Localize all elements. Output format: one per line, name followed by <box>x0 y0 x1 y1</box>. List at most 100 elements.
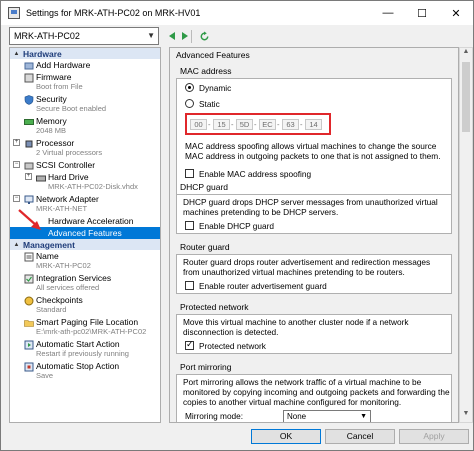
sidebar-item-processor[interactable]: + Processor 2 Virtual processors <box>10 137 160 159</box>
dhcp-guard-description: DHCP guard drops DHCP server messages fr… <box>183 197 438 217</box>
protected-network-label: Protected network <box>199 341 266 351</box>
mac-spoofing-label: Enable MAC address spoofing <box>199 169 312 179</box>
sidebar-item-hardware-acceleration[interactable]: Hardware Acceleration <box>10 215 160 227</box>
port-mirroring-group: Port mirroring allows the network traffi… <box>176 374 452 422</box>
static-label: Static <box>199 99 220 109</box>
expand-icon[interactable]: + <box>13 139 20 146</box>
arrow-left-icon <box>169 32 175 40</box>
forward-button[interactable] <box>178 29 192 43</box>
port-mirroring-title: Port mirroring <box>180 362 232 372</box>
mac-separator: - <box>231 120 234 129</box>
collapse-icon[interactable]: − <box>13 195 20 202</box>
mirroring-mode-value: None <box>287 412 307 421</box>
window-title: Settings for MRK-ATH-PC02 on MRK-HV01 <box>26 8 201 18</box>
hardware-section-heading[interactable]: ▲ Hardware <box>10 48 160 59</box>
toolbar-divider <box>191 30 192 43</box>
protected-network-title: Protected network <box>180 302 249 312</box>
arrow-right-icon <box>182 32 188 40</box>
dhcp-guard-checkbox[interactable] <box>185 221 194 230</box>
sidebar-item-hard-drive[interactable]: + Hard Drive MRK-ATH-PC02-Disk.vhdx <box>10 171 160 193</box>
settings-window: Settings for MRK-ATH-PC02 on MRK-HV01 — … <box>0 0 474 451</box>
scroll-down-icon[interactable]: ▼ <box>460 410 472 422</box>
protected-network-checkbox[interactable] <box>185 339 194 350</box>
dhcp-guard-label: Enable DHCP guard <box>199 221 275 231</box>
management-section-heading[interactable]: ▲ Management <box>10 239 160 250</box>
sidebar-item-network-adapter[interactable]: − Network Adapter MRK-ATH-NET <box>10 193 160 215</box>
mac-segment-2[interactable]: 15 <box>213 119 230 130</box>
window-controls: — ☐ ✕ <box>371 1 473 25</box>
dynamic-radio[interactable] <box>185 83 194 92</box>
memory-icon <box>24 119 34 125</box>
collapse-icon[interactable]: − <box>13 161 20 168</box>
mac-segment-5[interactable]: 63 <box>282 119 299 130</box>
name-icon <box>24 252 34 262</box>
advanced-features-panel: Advanced Features MAC address Dynamic St… <box>169 47 459 423</box>
scroll-up-icon[interactable]: ▲ <box>460 48 472 60</box>
settings-app-icon <box>8 7 20 19</box>
vm-selector[interactable]: MRK-ATH-PC02 ▼ <box>9 27 159 45</box>
content-scrollbar[interactable]: ▲ ▼ <box>459 47 473 423</box>
firmware-icon <box>24 73 34 83</box>
vm-selector-value: MRK-ATH-PC02 <box>14 31 80 41</box>
mac-segment-3[interactable]: 5D <box>236 119 253 130</box>
static-radio[interactable] <box>185 99 194 108</box>
expand-icon[interactable]: + <box>25 173 32 180</box>
router-guard-description: Router guard drops router advertisement … <box>183 257 431 277</box>
sidebar-item-smart-paging[interactable]: Smart Paging File Location E:\mrk-ath-pc… <box>10 316 160 338</box>
mirroring-mode-select[interactable]: None ▼ <box>283 410 371 422</box>
protected-network-description: Move this virtual machine to another clu… <box>183 317 409 337</box>
sidebar-item-scsi-controller[interactable]: − SCSI Controller <box>10 159 160 171</box>
minimize-button[interactable]: — <box>371 1 405 25</box>
mac-separator: - <box>277 120 280 129</box>
sidebar-item-firmware[interactable]: Firmware Boot from File <box>10 71 160 93</box>
refresh-button[interactable] <box>197 29 211 43</box>
sidebar-item-automatic-start[interactable]: Automatic Start Action Restart if previo… <box>10 338 160 360</box>
mac-separator: - <box>208 120 211 129</box>
title-bar: Settings for MRK-ATH-PC02 on MRK-HV01 — … <box>1 1 473 25</box>
dhcp-guard-title: DHCP guard <box>180 182 229 192</box>
mac-address-highlight: 00 - 15 - 5D - EC - 63 - 14 <box>185 113 331 135</box>
mac-separator: - <box>254 120 257 129</box>
mac-segment-6[interactable]: 14 <box>305 119 322 130</box>
automatic-start-icon <box>24 340 34 350</box>
checkpoints-icon <box>24 296 34 306</box>
hard-drive-icon <box>36 175 46 182</box>
chevron-down-icon: ▼ <box>360 413 367 420</box>
sidebar-item-security[interactable]: Security Secure Boot enabled <box>10 93 160 115</box>
cancel-button[interactable]: Cancel <box>325 429 395 444</box>
sidebar-item-memory[interactable]: Memory 2048 MB <box>10 115 160 137</box>
dialog-button-bar: OK Cancel Apply <box>1 423 473 451</box>
automatic-stop-icon <box>24 362 34 372</box>
sidebar-item-integration-services[interactable]: Integration Services All services offere… <box>10 272 160 294</box>
integration-services-icon <box>24 274 34 284</box>
sidebar-item-automatic-stop[interactable]: Automatic Stop Action Save <box>10 360 160 382</box>
spoofing-description: MAC address spoofing allows virtual mach… <box>185 141 441 161</box>
back-button[interactable] <box>165 29 179 43</box>
router-guard-group: Router guard drops router advertisement … <box>176 254 452 294</box>
sidebar-item-name[interactable]: Name MRK-ATH-PC02 <box>10 250 160 272</box>
close-button[interactable]: ✕ <box>439 1 473 25</box>
port-mirroring-description: Port mirroring allows the network traffi… <box>183 377 450 407</box>
maximize-button[interactable]: ☐ <box>405 1 439 25</box>
scroll-thumb[interactable] <box>462 62 470 132</box>
mac-segment-4[interactable]: EC <box>259 119 276 130</box>
protected-network-group: Move this virtual machine to another clu… <box>176 314 452 354</box>
dhcp-guard-group: DHCP guard drops DHCP server messages fr… <box>176 194 452 234</box>
advanced-features-group: Advanced Features MAC address Dynamic St… <box>170 48 458 422</box>
refresh-icon <box>200 30 208 40</box>
mac-spoofing-checkbox[interactable] <box>185 169 194 178</box>
collapse-icon: ▲ <box>13 50 20 57</box>
sidebar-item-add-hardware[interactable]: Add Hardware <box>10 59 160 71</box>
scsi-controller-icon <box>24 162 34 170</box>
router-guard-checkbox[interactable] <box>185 281 194 290</box>
mac-segment-1[interactable]: 00 <box>190 119 207 130</box>
chevron-down-icon: ▼ <box>147 31 155 40</box>
settings-tree: ▲ Hardware Add Hardware Firmware Boot fr… <box>9 47 161 423</box>
sidebar-item-checkpoints[interactable]: Checkpoints Standard <box>10 294 160 316</box>
processor-icon <box>25 140 33 148</box>
apply-button[interactable]: Apply <box>399 429 469 444</box>
sidebar-item-advanced-features[interactable]: Advanced Features <box>10 227 160 239</box>
network-adapter-icon <box>24 195 34 204</box>
mirroring-mode-label: Mirroring mode: <box>185 411 244 421</box>
ok-button[interactable]: OK <box>251 429 321 444</box>
